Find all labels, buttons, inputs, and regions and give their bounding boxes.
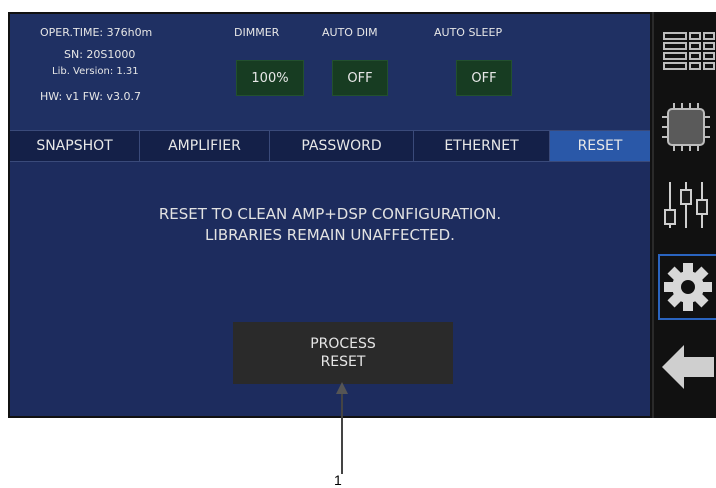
- side-btn-amplifier[interactable]: [658, 94, 716, 160]
- back-arrow-icon: [662, 345, 714, 389]
- dimmer-value[interactable]: 100%: [236, 60, 304, 96]
- tab-reset[interactable]: RESET: [550, 131, 650, 161]
- tab-snapshot[interactable]: SNAPSHOT: [10, 131, 140, 161]
- hw-fw-version: HW: v1 FW: v3.0.7: [40, 90, 141, 103]
- lib-version: Lib. Version: 1.31: [52, 66, 139, 77]
- side-btn-faders[interactable]: [658, 172, 716, 238]
- device-screen: OPER.TIME: 376h0m SN: 20S1000 Lib. Versi…: [8, 12, 716, 418]
- channel-list-icon: [663, 32, 715, 70]
- auto-sleep-value[interactable]: OFF: [456, 60, 512, 96]
- callout-line: [341, 384, 343, 474]
- status-header: OPER.TIME: 376h0m SN: 20S1000 Lib. Versi…: [10, 14, 650, 130]
- side-btn-settings[interactable]: [658, 254, 716, 320]
- process-reset-button[interactable]: PROCESS RESET: [233, 322, 453, 384]
- amplifier-chip-icon: [662, 103, 710, 151]
- oper-time: OPER.TIME: 376h0m: [40, 26, 153, 39]
- reset-content: RESET TO CLEAN AMP+DSP CONFIGURATION. LI…: [10, 162, 650, 416]
- callout-arrowhead: [336, 382, 348, 394]
- faders-icon: [664, 182, 708, 228]
- side-nav: [652, 12, 716, 418]
- auto-sleep-label: AUTO SLEEP: [434, 26, 503, 39]
- tab-ethernet[interactable]: ETHERNET: [414, 131, 550, 161]
- reset-message: RESET TO CLEAN AMP+DSP CONFIGURATION. LI…: [158, 205, 502, 244]
- tab-password[interactable]: PASSWORD: [270, 131, 414, 161]
- side-btn-back[interactable]: [658, 334, 716, 400]
- gear-icon: [664, 263, 712, 311]
- tab-amplifier[interactable]: AMPLIFIER: [140, 131, 270, 161]
- dimmer-label: DIMMER: [234, 26, 280, 39]
- auto-dim-value[interactable]: OFF: [332, 60, 388, 96]
- tab-bar: SNAPSHOT AMPLIFIER PASSWORD ETHERNET RES…: [10, 130, 650, 162]
- serial-number: SN: 20S1000: [64, 48, 136, 61]
- callout-number: 1: [334, 472, 342, 488]
- auto-dim-label: AUTO DIM: [322, 26, 378, 39]
- side-btn-channels[interactable]: [658, 18, 716, 84]
- settings-panel: OPER.TIME: 376h0m SN: 20S1000 Lib. Versi…: [10, 14, 650, 416]
